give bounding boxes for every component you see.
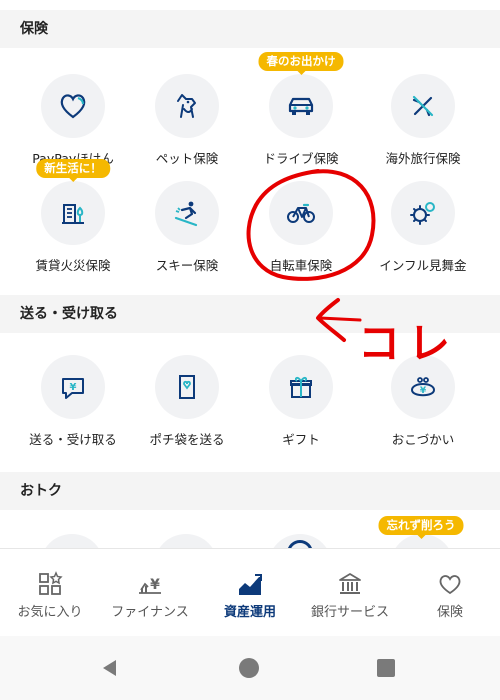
svg-text:¥: ¥	[420, 386, 427, 396]
insurance-item-label: 賃貸火災保険	[35, 258, 111, 273]
yen-chat-icon: ¥	[41, 355, 105, 419]
skier-icon	[155, 181, 219, 245]
chart-yen-icon: ¥	[139, 577, 161, 594]
insurance-item-bicycle[interactable]: 自転車保険	[244, 181, 358, 274]
dog-icon	[155, 74, 219, 138]
nav-label: お気に入り	[17, 605, 83, 620]
nav-item-asset-management[interactable]: 資産運用	[200, 571, 300, 620]
envelope-icon	[155, 355, 219, 419]
recents-icon[interactable]	[374, 656, 398, 680]
heart-icon	[439, 575, 461, 595]
insurance-item-label: 海外旅行保険	[385, 151, 461, 166]
insurance-item-flu[interactable]: インフル見舞金	[366, 181, 480, 274]
send-item-allowance[interactable]: ¥ おこづかい	[366, 355, 480, 448]
bank-icon	[339, 573, 361, 594]
insurance-item-label: スキー保険	[155, 258, 219, 273]
favorites-grid-icon	[39, 571, 63, 595]
deal-item-2[interactable]	[154, 534, 218, 548]
insurance-item-label: ペット保険	[155, 151, 219, 166]
badge-new-life: 新生活に！	[36, 159, 110, 182]
system-navigation-bar	[0, 636, 500, 700]
gift-icon	[269, 355, 333, 419]
insurance-item-ski[interactable]: スキー保険	[130, 181, 244, 274]
send-item-label: おこづかい	[391, 432, 455, 447]
nav-item-favorites[interactable]: お気に入り	[0, 571, 100, 620]
insurance-item-drive[interactable]: 春のお出かけ ドライブ保険	[244, 52, 358, 167]
nav-label: 資産運用	[223, 605, 276, 620]
car-icon	[269, 74, 333, 138]
svg-text:¥: ¥	[70, 382, 77, 393]
coin-purse-icon: ¥	[391, 355, 455, 419]
bottom-navigation: お気に入り ¥ ファイナンス 資産運用 銀行サービス 保険	[0, 548, 500, 636]
section-header-deals: おトク	[0, 472, 500, 510]
insurance-item-travel[interactable]: 海外旅行保険	[366, 74, 480, 167]
deal-item-3[interactable]	[268, 534, 332, 548]
section-header-insurance: 保険	[0, 10, 500, 48]
heart-icon	[41, 74, 105, 138]
send-item-gift[interactable]: ギフト	[244, 355, 358, 448]
nav-item-bank-services[interactable]: 銀行サービス	[300, 571, 400, 620]
back-icon[interactable]	[98, 656, 122, 680]
deal-icon	[287, 540, 313, 548]
insurance-item-pet[interactable]: ペット保険	[130, 74, 244, 167]
insurance-item-label: 自転車保険	[269, 258, 333, 273]
building-icon	[41, 181, 105, 245]
home-icon[interactable]	[237, 656, 261, 680]
svg-text:¥: ¥	[150, 577, 160, 593]
insurance-item-label: ドライブ保険	[263, 151, 339, 166]
section-header-send: 送る・受け取る	[0, 295, 500, 333]
deals-grid: 忘れず削ろう	[0, 510, 500, 548]
insurance-item-label: インフル見舞金	[379, 258, 467, 273]
nav-item-insurance[interactable]: 保険	[400, 571, 500, 620]
nav-label: 銀行サービス	[310, 605, 389, 620]
nav-item-finance[interactable]: ¥ ファイナンス	[100, 571, 200, 620]
app-screen: 保険 PayPayほけん ペット保険 春のお出かけ ドライブ保険 海	[0, 0, 500, 700]
send-item-send-receive[interactable]: ¥ 送る・受け取る	[16, 355, 130, 448]
nav-label: 保険	[436, 605, 463, 620]
bicycle-icon	[269, 181, 333, 245]
area-chart-icon	[239, 574, 262, 595]
badge-scratch-reminder: 忘れず削ろう	[378, 516, 464, 539]
send-item-pochi-envelope[interactable]: ポチ袋を送る	[130, 355, 244, 448]
insurance-item-paypay[interactable]: PayPayほけん	[16, 74, 130, 167]
send-item-label: ギフト	[282, 432, 320, 447]
nav-label: ファイナンス	[111, 605, 189, 620]
send-item-label: ポチ袋を送る	[149, 432, 225, 447]
badge-spring-outing: 春のお出かけ	[258, 52, 344, 75]
send-item-label: 送る・受け取る	[29, 432, 117, 447]
virus-icon	[391, 181, 455, 245]
deal-item-1[interactable]	[40, 534, 104, 548]
insurance-item-rental-fire[interactable]: 新生活に！ 賃貸火災保険	[16, 159, 130, 274]
airplane-icon	[391, 74, 455, 138]
